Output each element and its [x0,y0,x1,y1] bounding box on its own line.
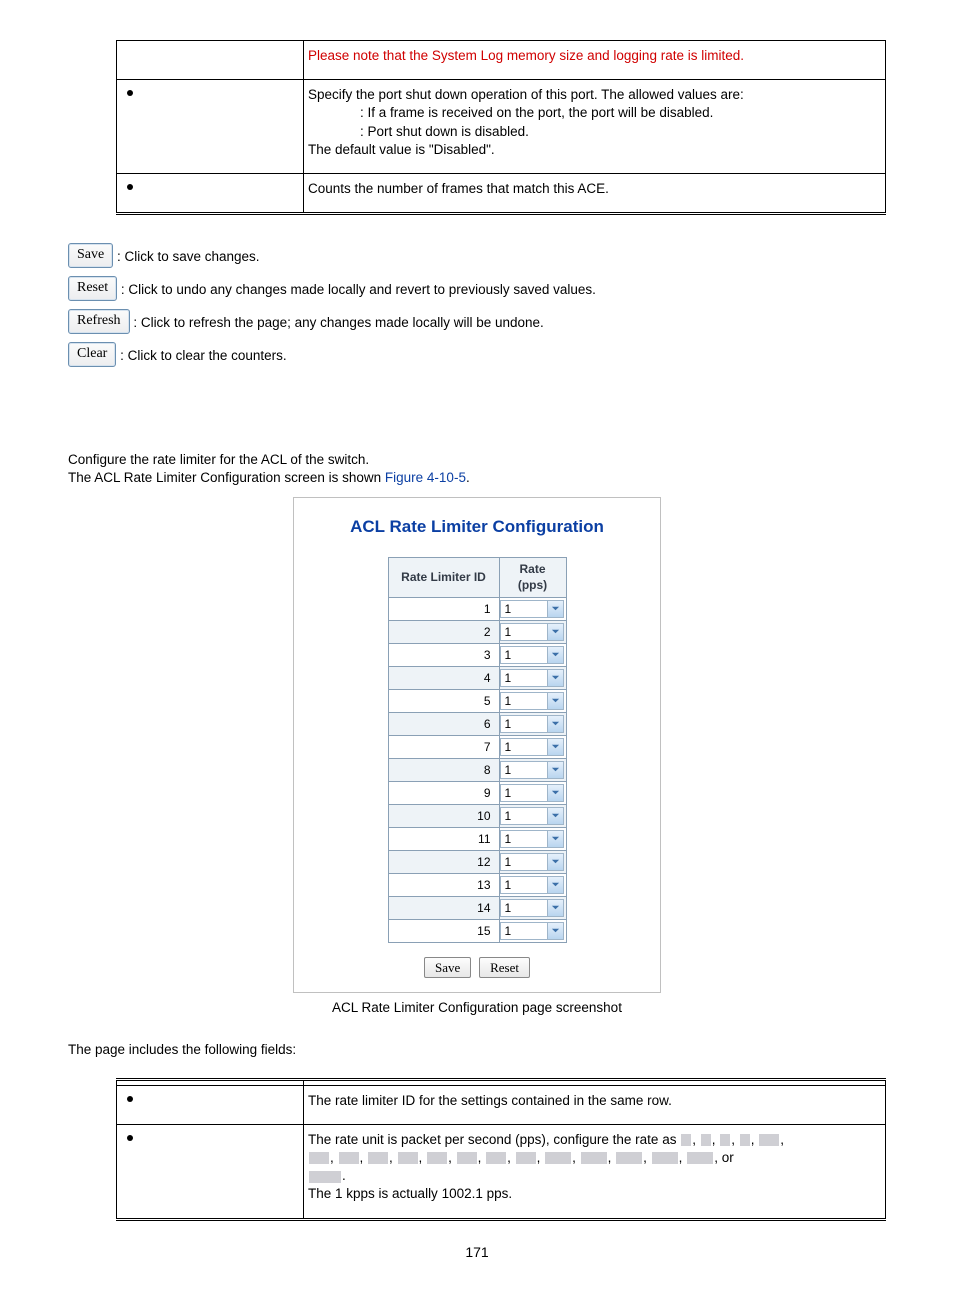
rate-select[interactable]: 1 [500,623,564,641]
shutdown-description: Specify the port shut down operation of … [304,80,886,174]
reset-desc: : Click to undo any changes made locally… [121,282,596,297]
figure-title: ACL Rate Limiter Configuration [312,516,642,539]
chevron-down-icon [547,831,563,847]
fields-intro: The page includes the following fields: [68,1041,886,1059]
rate-select[interactable]: 1 [500,692,564,710]
rate-select[interactable]: 1 [500,738,564,756]
bullet-icon [127,1135,133,1141]
rate-limiter-id-cell: 11 [388,827,499,850]
chevron-down-icon [547,647,563,663]
bullet-icon [127,184,133,190]
rate-select[interactable]: 1 [500,830,564,848]
rate-limiter-id-cell: 7 [388,735,499,758]
rate-limiter-row: 101 [388,804,566,827]
counter-description: Counts the number of frames that match t… [304,174,886,214]
clear-button[interactable]: Clear [68,342,116,367]
chevron-down-icon [547,762,563,778]
acl-intro: Configure the rate limiter for the ACL o… [68,451,886,487]
syslog-warning: Please note that the System Log memory s… [308,48,744,63]
rate-select[interactable]: 1 [500,784,564,802]
rate-select[interactable]: 1 [500,922,564,940]
rate-select[interactable]: 1 [500,669,564,687]
rate-limiter-row: 151 [388,919,566,942]
chevron-down-icon [547,785,563,801]
save-button[interactable]: Save [68,243,113,268]
rate-limiter-id-cell: 14 [388,896,499,919]
rate-limiter-row: 81 [388,758,566,781]
rate-limiter-row: 121 [388,850,566,873]
col-rate-pps: Rate (pps) [499,558,566,597]
reset-button[interactable]: Reset [68,276,117,301]
chevron-down-icon [547,739,563,755]
chevron-down-icon [547,923,563,939]
rate-limiter-row: 141 [388,896,566,919]
save-desc: : Click to save changes. [117,249,260,264]
figure-reset-button[interactable]: Reset [479,957,530,979]
acl-rate-limiter-figure: ACL Rate Limiter Configuration Rate Limi… [293,497,661,993]
rate-select[interactable]: 1 [500,646,564,664]
rate-limiter-id-cell: 6 [388,712,499,735]
chevron-down-icon [547,716,563,732]
rate-limiter-table: Rate Limiter ID Rate (pps) 1121314151617… [388,557,567,942]
rate-limiter-row: 41 [388,666,566,689]
rate-select[interactable]: 1 [500,715,564,733]
page-number: 171 [68,1243,886,1262]
rate-limiter-id-desc: The rate limiter ID for the settings con… [304,1085,886,1124]
rate-limiter-id-cell: 3 [388,643,499,666]
col-rate-limiter-id: Rate Limiter ID [388,558,499,597]
rate-select[interactable]: 1 [500,876,564,894]
rate-limiter-row: 71 [388,735,566,758]
bullet-icon [127,1096,133,1102]
figure-caption: ACL Rate Limiter Configuration page scre… [68,999,886,1017]
rate-limiter-row: 131 [388,873,566,896]
bullet-icon [127,90,133,96]
figure-save-button[interactable]: Save [424,957,471,979]
chevron-down-icon [547,854,563,870]
chevron-down-icon [547,808,563,824]
buttons-help-block: Save : Click to save changes. Reset : Cl… [68,243,886,371]
rate-select[interactable]: 1 [500,899,564,917]
rate-limiter-row: 21 [388,620,566,643]
rate-select[interactable]: 1 [500,853,564,871]
upper-parameters-table: Please note that the System Log memory s… [116,40,886,215]
rate-select[interactable]: 1 [500,600,564,618]
rate-limiter-id-cell: 15 [388,919,499,942]
refresh-desc: : Click to refresh the page; any changes… [133,315,543,330]
rate-limiter-row: 91 [388,781,566,804]
chevron-down-icon [547,624,563,640]
rate-pps-desc: The rate unit is packet per second (pps)… [304,1124,886,1219]
refresh-button[interactable]: Refresh [68,309,130,334]
rate-limiter-row: 31 [388,643,566,666]
rate-select[interactable]: 1 [500,761,564,779]
rate-select[interactable]: 1 [500,807,564,825]
rate-limiter-id-cell: 1 [388,597,499,620]
clear-desc: : Click to clear the counters. [120,348,287,363]
rate-limiter-row: 11 [388,597,566,620]
rate-limiter-row: 61 [388,712,566,735]
chevron-down-icon [547,601,563,617]
chevron-down-icon [547,877,563,893]
rate-limiter-id-cell: 10 [388,804,499,827]
chevron-down-icon [547,693,563,709]
rate-limiter-id-cell: 8 [388,758,499,781]
rate-limiter-id-cell: 2 [388,620,499,643]
rate-limiter-id-cell: 5 [388,689,499,712]
rate-limiter-id-cell: 12 [388,850,499,873]
rate-limiter-id-cell: 13 [388,873,499,896]
rate-limiter-row: 111 [388,827,566,850]
chevron-down-icon [547,670,563,686]
rate-limiter-row: 51 [388,689,566,712]
rate-limiter-id-cell: 9 [388,781,499,804]
chevron-down-icon [547,900,563,916]
lower-parameters-table: The rate limiter ID for the settings con… [116,1078,886,1221]
rate-limiter-id-cell: 4 [388,666,499,689]
figure-link[interactable]: Figure 4-10-5 [385,470,466,485]
